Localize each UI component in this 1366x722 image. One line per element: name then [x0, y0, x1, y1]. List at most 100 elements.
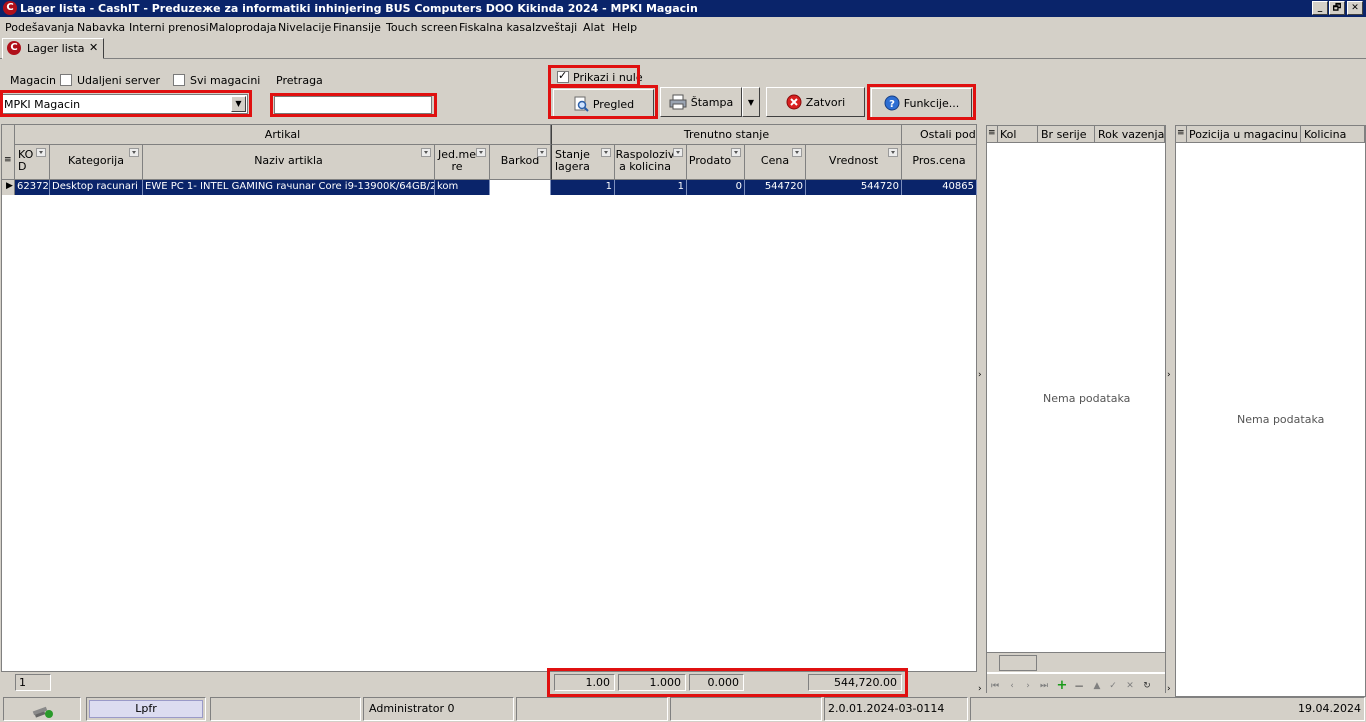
tab-logo-icon: C: [7, 41, 21, 55]
nav-remove-icon[interactable]: −: [1072, 679, 1086, 693]
filter-icon[interactable]: [537, 148, 547, 157]
filter-icon[interactable]: [673, 148, 683, 157]
group-ostali-podaci: Ostali podaci: [902, 125, 977, 145]
footer-count: 1: [15, 674, 51, 691]
window-title: Lager lista - CashIT - Preduzeже za info…: [20, 2, 698, 15]
position-row-indicator-header[interactable]: ≡: [1176, 126, 1187, 143]
status-empty-1: [210, 697, 361, 721]
menu-podesavanja[interactable]: Podešavanja: [5, 21, 74, 34]
col-pozicija[interactable]: Pozicija u magacinu: [1187, 126, 1301, 143]
menu-interni-prenosi[interactable]: Interni prenosi: [129, 21, 209, 34]
col-br-serije[interactable]: Br serije: [1038, 126, 1095, 143]
nav-next-icon[interactable]: ›: [1021, 679, 1035, 693]
cell-barkod[interactable]: [490, 180, 551, 195]
col-raspoloziva[interactable]: Raspoloziv a kolicina: [615, 145, 687, 180]
col-kategorija[interactable]: Kategorija: [50, 145, 143, 180]
cell-pros-cena: 40865: [902, 180, 977, 195]
chevron-down-icon: ▼: [747, 97, 755, 107]
filter-icon[interactable]: [421, 148, 431, 157]
prikazi-nule-checkbox[interactable]: ✓: [557, 69, 569, 83]
row-indicator[interactable]: ▶: [2, 180, 15, 195]
funkcije-button[interactable]: ? Funkcije...: [871, 88, 972, 118]
chevron-right-icon[interactable]: ›: [978, 684, 982, 694]
col-vrednost[interactable]: Vrednost: [806, 145, 902, 180]
group-trenutno-stanje: Trenutno stanje: [551, 125, 902, 145]
pregled-label: Pregled: [592, 97, 635, 111]
magacin-select[interactable]: MPKI Magacin ▼: [2, 94, 248, 114]
col-barkod[interactable]: Barkod: [490, 145, 551, 180]
udaljeni-server-label: Udaljeni server: [77, 74, 160, 87]
menu-fiskalna-kasa[interactable]: Fiskalna kasa: [459, 21, 532, 34]
position-empty-text: Nema podataka: [1237, 413, 1325, 426]
pregled-button[interactable]: Pregled: [553, 89, 654, 119]
position-grid: [1175, 125, 1366, 697]
restore-button[interactable]: 🗗: [1329, 1, 1345, 15]
stampa-button[interactable]: Štampa: [660, 87, 742, 117]
chevron-right-icon[interactable]: ›: [978, 370, 982, 380]
menu-maloprodaja[interactable]: Maloprodaja: [209, 21, 277, 34]
zatvori-button[interactable]: Zatvori: [766, 87, 865, 117]
chevron-right-icon[interactable]: ›: [1167, 684, 1171, 694]
filter-icon[interactable]: [792, 148, 802, 157]
stampa-dropdown-button[interactable]: ▼: [742, 87, 760, 117]
status-date: 19.04.2024: [970, 697, 1365, 721]
chevron-down-icon[interactable]: ▼: [231, 96, 246, 112]
printer-icon: [669, 94, 687, 110]
col-kol[interactable]: Kol: [998, 126, 1038, 143]
serial-row-indicator-header[interactable]: ≡: [987, 126, 998, 143]
col-pros-cena[interactable]: Pros.cena: [902, 145, 977, 180]
menu-help[interactable]: Help: [612, 21, 637, 34]
group-artikal: Artikal: [15, 125, 551, 145]
close-window-button[interactable]: ✕: [1347, 1, 1363, 15]
col-cena[interactable]: Cena: [745, 145, 806, 180]
col-kolicina[interactable]: Kolicina: [1301, 126, 1365, 143]
nav-first-icon[interactable]: ⏮: [988, 679, 1002, 693]
menu-izvestaji[interactable]: Izveštaji: [532, 21, 577, 34]
col-kod[interactable]: KO D: [15, 145, 50, 180]
col-prodato[interactable]: Prodato: [687, 145, 745, 180]
filter-icon[interactable]: [601, 148, 611, 157]
serial-footer: [987, 652, 1165, 672]
menu-nivelacije[interactable]: Nivelacije: [278, 21, 331, 34]
magacin-select-value: MPKI Magacin: [4, 98, 81, 111]
cell-raspoloziva: 1: [615, 180, 687, 195]
help-icon: ?: [884, 95, 900, 111]
footer-prodato: 0.000: [689, 674, 744, 691]
nav-cancel-icon[interactable]: ✕: [1123, 679, 1137, 693]
status-user: Administrator 0: [363, 697, 514, 721]
pretraga-input[interactable]: [274, 96, 432, 114]
nav-up-icon[interactable]: ▲: [1090, 679, 1104, 693]
filter-icon[interactable]: [731, 148, 741, 157]
nav-refresh-icon[interactable]: ↻: [1140, 679, 1154, 693]
filter-icon[interactable]: [888, 148, 898, 157]
col-naziv[interactable]: Naziv artikla: [143, 145, 435, 180]
cell-kod: 62372: [15, 180, 50, 195]
filter-icon[interactable]: [476, 148, 486, 157]
menu-finansije[interactable]: Finansije: [333, 21, 381, 34]
nav-add-icon[interactable]: +: [1055, 679, 1069, 693]
serial-grid: [986, 125, 1166, 693]
funkcije-label: Funkcije...: [903, 96, 960, 110]
col-rok-vazenja[interactable]: Rok vazenja: [1095, 126, 1165, 143]
nav-last-icon[interactable]: ⏭: [1037, 679, 1051, 693]
minimize-button[interactable]: _: [1312, 1, 1328, 15]
col-jed-mere[interactable]: Jed.me re: [435, 145, 490, 180]
status-network-cell[interactable]: [3, 697, 81, 721]
tab-close-icon[interactable]: ✕: [89, 41, 98, 54]
tab-lager-lista[interactable]: C Lager lista ✕: [2, 38, 104, 59]
chevron-right-icon[interactable]: ›: [1167, 370, 1171, 380]
filter-icon[interactable]: [129, 148, 139, 157]
menu-bar: Podešavanja Nabavka Interni prenosi Malo…: [0, 17, 1366, 37]
col-stanje-lagera[interactable]: Stanje lagera: [551, 145, 615, 180]
udaljeni-server-checkbox[interactable]: [60, 74, 72, 86]
menu-nabavka[interactable]: Nabavka: [77, 21, 125, 34]
filter-icon[interactable]: [36, 148, 46, 157]
menu-alat[interactable]: Alat: [583, 21, 605, 34]
svi-magacini-checkbox[interactable]: [173, 74, 185, 86]
title-bar: C Lager lista - CashIT - Preduzeже za in…: [0, 0, 1366, 17]
menu-touch-screen[interactable]: Touch screen: [386, 21, 458, 34]
nav-prev-page-icon[interactable]: ‹: [1005, 679, 1019, 693]
nav-confirm-icon[interactable]: ✓: [1106, 679, 1120, 693]
status-lpfr[interactable]: Lpfr: [86, 697, 206, 721]
row-indicator-header[interactable]: ≡: [2, 125, 15, 180]
